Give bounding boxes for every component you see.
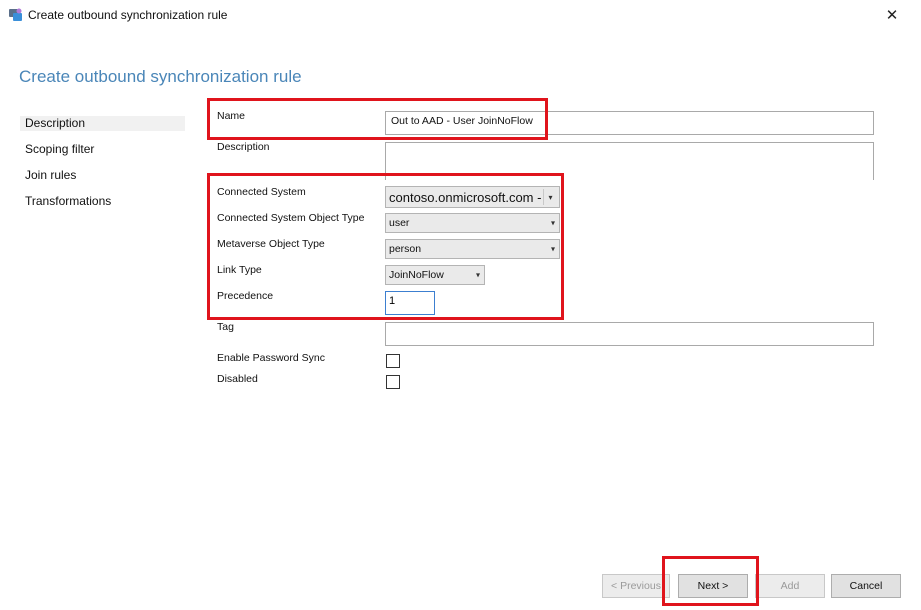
chevron-down-icon: ▾ bbox=[475, 270, 480, 280]
sidebar-item-join-rules[interactable]: Join rules bbox=[20, 168, 185, 183]
enable-password-sync-label: Enable Password Sync bbox=[217, 352, 325, 364]
previous-button[interactable]: < Previous bbox=[602, 574, 670, 598]
description-label: Description bbox=[217, 141, 270, 153]
connected-system-object-type-select[interactable]: user ▾ bbox=[385, 213, 560, 233]
sidebar-item-description[interactable]: Description bbox=[20, 116, 185, 131]
chevron-down-icon: ▾ bbox=[550, 218, 555, 228]
tag-input[interactable] bbox=[385, 322, 874, 346]
enable-password-sync-checkbox[interactable] bbox=[386, 354, 400, 368]
chevron-down-icon: ▾ bbox=[543, 189, 557, 205]
connected-system-label: Connected System bbox=[217, 186, 306, 198]
name-label: Name bbox=[217, 110, 246, 122]
metaverse-object-type-select[interactable]: person ▾ bbox=[385, 239, 560, 259]
sync-app-icon bbox=[9, 8, 22, 21]
precedence-input[interactable]: 1 bbox=[385, 291, 435, 315]
metaverse-object-type-label: Metaverse Object Type bbox=[217, 238, 325, 250]
page-title: Create outbound synchronization rule bbox=[19, 67, 302, 86]
close-icon[interactable]: ✕ bbox=[877, 2, 907, 28]
cancel-button[interactable]: Cancel bbox=[831, 574, 901, 598]
precedence-label: Precedence bbox=[217, 290, 274, 302]
sidebar-item-scoping-filter[interactable]: Scoping filter bbox=[20, 142, 185, 157]
chevron-down-icon: ▾ bbox=[550, 244, 555, 254]
metaverse-object-type-value: person bbox=[389, 243, 422, 255]
description-input[interactable] bbox=[385, 142, 874, 180]
connected-system-object-type-value: user bbox=[389, 217, 410, 229]
disabled-checkbox[interactable] bbox=[386, 375, 400, 389]
connected-system-value: contoso.onmicrosoft.com - bbox=[389, 189, 542, 205]
sidebar-item-transformations[interactable]: Transformations bbox=[20, 194, 185, 209]
tag-label: Tag bbox=[217, 321, 234, 333]
connected-system-object-type-label: Connected System Object Type bbox=[217, 212, 365, 224]
link-type-value: JoinNoFlow bbox=[389, 269, 444, 281]
add-button[interactable]: Add bbox=[755, 574, 825, 598]
next-button[interactable]: Next > bbox=[678, 574, 748, 598]
link-type-label: Link Type bbox=[217, 264, 262, 276]
connected-system-select[interactable]: contoso.onmicrosoft.com - ▾ bbox=[385, 186, 560, 208]
link-type-select[interactable]: JoinNoFlow ▾ bbox=[385, 265, 485, 285]
window-title: Create outbound synchronization rule bbox=[28, 8, 228, 22]
name-input[interactable]: Out to AAD - User JoinNoFlow bbox=[385, 111, 874, 135]
disabled-label: Disabled bbox=[217, 373, 258, 385]
